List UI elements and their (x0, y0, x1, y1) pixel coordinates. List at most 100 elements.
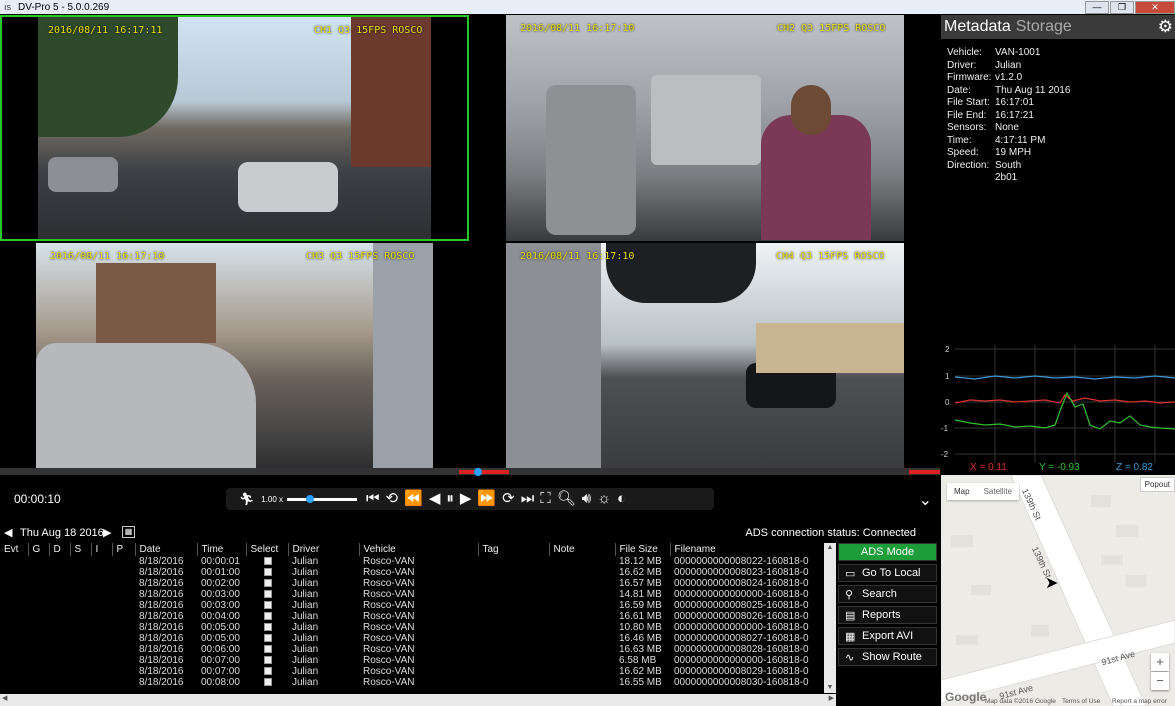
column-header-tag[interactable]: Tag (478, 543, 550, 556)
prev-day-icon[interactable]: ◀ (4, 526, 12, 539)
column-header-select[interactable]: Select (246, 543, 289, 556)
timeline-playhead[interactable] (474, 468, 482, 476)
select-checkbox[interactable] (264, 634, 272, 643)
ads-mode-button[interactable]: ADS Mode (838, 543, 937, 561)
scroll-right-icon[interactable]: ▶ (829, 694, 834, 704)
select-checkbox[interactable] (264, 645, 272, 654)
column-header-i[interactable]: I (91, 543, 113, 556)
i-cell (91, 567, 112, 578)
gear-icon[interactable]: ⚙ (1158, 17, 1173, 37)
table-row[interactable]: 8/18/2016 00:03:00 Julian Rosco-VAN 16.59 MB… (0, 600, 810, 611)
go-to-local-button[interactable]: ▭ Go To Local (838, 564, 937, 582)
column-header-note[interactable]: Note (549, 543, 616, 556)
terms-link[interactable]: Terms of Use (1062, 698, 1100, 705)
column-header-d[interactable]: D (49, 543, 71, 556)
table-row[interactable]: 8/18/2016 00:06:00 Julian Rosco-VAN 16.63 MB… (0, 644, 810, 655)
camera-view-ch4[interactable]: 2016/08/11 16:17:10 CH4 Q3 15FPS ROSCO (470, 243, 940, 468)
column-header-time[interactable]: Time (197, 543, 247, 556)
table-row[interactable]: 8/18/2016 00:04:00 Julian Rosco-VAN 16.61 MB… (0, 611, 810, 622)
vehicle-cell: Rosco-VAN (363, 578, 415, 589)
map-view[interactable]: Map Satellite Popout 139th St 139th St 9… (941, 475, 1175, 706)
table-row[interactable]: 8/18/2016 00:05:00 Julian Rosco-VAN 10.80 MB… (0, 622, 810, 633)
report-map-error-link[interactable]: Report a map error (1112, 698, 1167, 705)
zoom-icon[interactable]: 🔍︎ (557, 489, 576, 509)
metadata-value: Julian (995, 59, 1022, 71)
search-button[interactable]: ⚲ Search (838, 585, 937, 603)
column-header-date[interactable]: Date (135, 543, 198, 556)
camera-view-ch3[interactable]: 2016/08/11 16:17:10 CH3 Q3 15FPS ROSCO (0, 243, 469, 468)
table-row[interactable]: 8/18/2016 00:02:00 Julian Rosco-VAN 16.57 MB… (0, 578, 810, 589)
scroll-down-icon[interactable]: ▼ (824, 683, 836, 693)
column-header-driver[interactable]: Driver (288, 543, 360, 556)
minimize-button[interactable]: — (1085, 0, 1109, 14)
scroll-left-icon[interactable]: ◀ (2, 694, 7, 704)
tab-storage[interactable]: Storage (1016, 18, 1072, 36)
select-checkbox[interactable] (264, 612, 272, 621)
timeline-bar[interactable] (0, 468, 940, 476)
tag-cell (478, 644, 549, 655)
select-checkbox[interactable] (264, 656, 272, 665)
select-checkbox[interactable] (264, 557, 272, 566)
contrast-icon[interactable]: ◐ (617, 489, 626, 509)
column-header-filename[interactable]: Filename (670, 543, 810, 556)
table-row[interactable]: 8/18/2016 00:07:00 Julian Rosco-VAN 6.58 MB 0… (0, 655, 810, 666)
zoom-out-button[interactable]: − (1151, 672, 1169, 690)
g-cell (28, 633, 49, 644)
s-cell (70, 611, 91, 622)
fullscreen-icon[interactable]: ⛶ (540, 489, 551, 509)
maximize-button[interactable]: ❐ (1110, 0, 1134, 14)
column-header-p[interactable]: P (112, 543, 136, 556)
select-checkbox[interactable] (264, 568, 272, 577)
column-header-file-size[interactable]: File Size (615, 543, 671, 556)
loop-back-icon[interactable]: ⟲ (386, 489, 399, 509)
skip-to-end-icon[interactable]: ⏭ (521, 489, 535, 509)
table-row[interactable]: 8/18/2016 00:00:01 Julian Rosco-VAN 18.12 MB… (0, 556, 810, 567)
select-checkbox[interactable] (264, 601, 272, 610)
select-checkbox[interactable] (264, 667, 272, 676)
volume-icon[interactable]: 🔊︎ (582, 489, 591, 509)
reports-button[interactable]: ▤ Reports (838, 606, 937, 624)
g-cell (28, 644, 49, 655)
close-button[interactable]: ✕ (1135, 0, 1175, 14)
column-header-s[interactable]: S (70, 543, 92, 556)
calendar-icon[interactable]: ▦ (122, 526, 135, 538)
select-checkbox[interactable] (264, 623, 272, 632)
file-size-cell: 16.61 MB (619, 611, 662, 622)
table-row[interactable]: 8/18/2016 00:08:00 Julian Rosco-VAN 16.55 MB… (0, 677, 810, 688)
select-checkbox[interactable] (264, 579, 272, 588)
table-vertical-scrollbar[interactable]: ▲ ▼ (824, 543, 836, 693)
loop-forward-icon[interactable]: ⟳ (502, 489, 515, 509)
table-row[interactable]: 8/18/2016 00:03:00 Julian Rosco-VAN 14.81 MB… (0, 589, 810, 600)
fast-forward-icon[interactable]: ⏩ (477, 489, 496, 509)
popout-button[interactable]: Popout (1139, 477, 1175, 492)
pause-icon[interactable]: ⏸ (446, 489, 454, 509)
map-tab-satellite[interactable]: Satellite (977, 483, 1019, 500)
column-header-g[interactable]: G (28, 543, 50, 556)
show-route-button[interactable]: ∿ Show Route (838, 648, 937, 666)
table-row[interactable]: 8/18/2016 00:01:00 Julian Rosco-VAN 16.62 MB… (0, 567, 810, 578)
speed-slider[interactable] (287, 494, 358, 503)
chevron-down-icon[interactable]: ⌄ (919, 490, 932, 510)
zoom-in-button[interactable]: + (1151, 653, 1169, 671)
camera-view-ch2[interactable]: 2016/08/11 16:17:10 CH2 Q3 15FPS ROSCO (470, 15, 940, 241)
rewind-icon[interactable]: ⏪ (404, 489, 423, 509)
brightness-icon[interactable]: ☼ (597, 489, 611, 509)
camera-timestamp: 2016/08/11 16:17:10 (520, 23, 635, 34)
tab-metadata[interactable]: Metadata (944, 18, 1011, 36)
play-icon[interactable]: ▶ (460, 489, 472, 509)
table-horizontal-scrollbar[interactable]: ◀ ▶ (0, 694, 836, 706)
step-back-icon[interactable]: ◀ (429, 489, 441, 509)
speed-slider-thumb[interactable] (305, 494, 314, 503)
scroll-up-icon[interactable]: ▲ (824, 543, 836, 553)
column-header-vehicle[interactable]: Vehicle (359, 543, 479, 556)
camera-view-ch1[interactable]: 2016/08/11 16:17:11 CH1 Q3 15FPS ROSCO (0, 15, 469, 241)
skip-to-start-icon[interactable]: ⏮ (366, 489, 380, 509)
map-tab-map[interactable]: Map (947, 483, 977, 500)
next-day-icon[interactable]: ▶ (103, 526, 111, 539)
column-header-evt[interactable]: Evt (0, 543, 29, 556)
export-avi-button[interactable]: ▦ Export AVI (838, 627, 937, 645)
select-checkbox[interactable] (264, 678, 272, 687)
select-checkbox[interactable] (264, 590, 272, 599)
table-row[interactable]: 8/18/2016 00:07:00 Julian Rosco-VAN 16.62 MB… (0, 666, 810, 677)
table-row[interactable]: 8/18/2016 00:05:00 Julian Rosco-VAN 16.46 MB… (0, 633, 810, 644)
